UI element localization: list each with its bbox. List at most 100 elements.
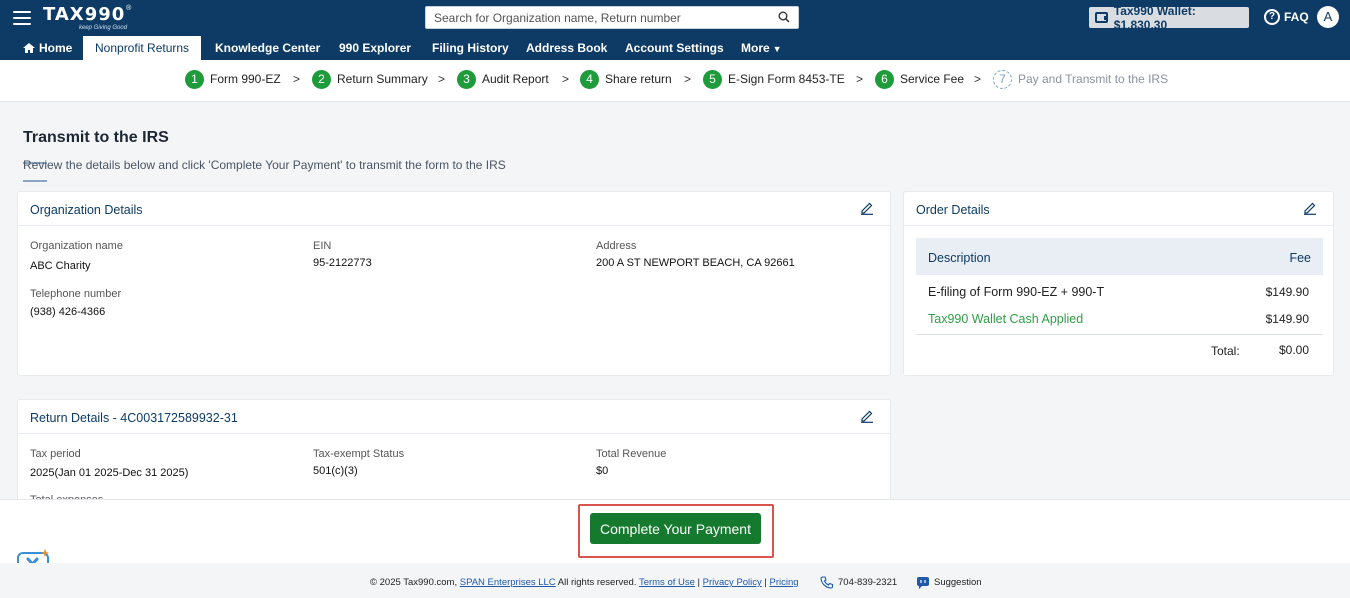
progress-stepper: 1 Form 990-EZ > 2 Return Summary > 3 Aud…: [0, 60, 1350, 102]
org-name-value: ABC Charity: [30, 260, 91, 272]
search-icon[interactable]: [778, 11, 790, 23]
menu-icon[interactable]: [13, 11, 31, 25]
step-number: 6: [875, 69, 894, 89]
copyright-text: © 2025 Tax990.com,: [370, 577, 458, 588]
payment-action-bar: Complete Your Payment: [0, 499, 1350, 580]
card-header: Order Details: [904, 192, 1333, 226]
faq-label: FAQ: [1284, 10, 1309, 24]
step-label: Audit Report: [482, 72, 549, 86]
main-nav: Home Nonprofit Returns Knowledge Center …: [0, 36, 1350, 60]
total-revenue-value: $0: [596, 465, 609, 477]
wallet-button[interactable]: Tax990 Wallet: $1,830.30: [1089, 4, 1249, 32]
chevron-right-icon: >: [562, 72, 570, 86]
pricing-link[interactable]: Pricing: [770, 577, 799, 588]
suggestion-link[interactable]: Suggestion: [916, 576, 982, 589]
step-service-fee[interactable]: 6 Service Fee: [875, 69, 964, 89]
ein-value: 95-2122773: [313, 257, 372, 269]
step-number: 5: [703, 69, 722, 89]
suggestion-label: Suggestion: [934, 577, 982, 588]
nav-home-label: Home: [39, 41, 73, 55]
nav-address-book[interactable]: Address Book: [526, 36, 607, 60]
step-label: Pay and Transmit to the IRS: [1018, 72, 1169, 86]
step-number: 1: [185, 69, 204, 89]
edit-icon[interactable]: [860, 201, 874, 215]
order-row-description: E-filing of Form 990-EZ + 990-T: [928, 285, 1105, 299]
order-details-card: Order Details Description Fee E-filing o…: [903, 191, 1334, 376]
chevron-right-icon: >: [974, 72, 982, 86]
phone-label: Telephone number: [30, 288, 122, 300]
tax-period-value: 2025(Jan 01 2025-Dec 31 2025): [30, 467, 189, 479]
address-label: Address: [596, 240, 637, 252]
title-underline: [23, 151, 79, 182]
total-label: Total:: [1211, 344, 1240, 358]
page-footer: © 2025 Tax990.com, SPAN Enterprises LLC …: [0, 563, 1350, 598]
nav-account-settings[interactable]: Account Settings: [625, 36, 724, 60]
tax-period-label: Tax period: [30, 448, 81, 460]
complete-payment-button[interactable]: Complete Your Payment: [590, 513, 761, 544]
step-number: 7: [993, 69, 1012, 89]
order-table-header: Description Fee: [916, 238, 1323, 275]
step-form-990ez[interactable]: 1 Form 990-EZ: [185, 69, 281, 89]
fee-header: Fee: [1289, 251, 1311, 265]
chevron-down-icon: ▼: [772, 44, 782, 54]
exempt-status-label: Tax-exempt Status: [313, 448, 405, 460]
search-input[interactable]: [426, 7, 766, 28]
card-title: Return Details - 4C003172589932-31: [30, 411, 238, 425]
nav-990-explorer[interactable]: 990 Explorer: [339, 36, 411, 60]
chevron-right-icon: >: [438, 72, 446, 86]
nav-more[interactable]: More ▼: [741, 36, 782, 60]
nav-nonprofit-returns[interactable]: Nonprofit Returns: [83, 36, 202, 60]
wallet-cash-fee: $149.90: [1265, 312, 1309, 326]
wallet-icon: [1095, 12, 1108, 23]
main-content: Transmit to the IRS Review the details b…: [0, 102, 1350, 519]
top-header-bar: TAX990 keep Giving Good ® Tax990 Wallet:…: [0, 0, 1350, 36]
step-label: Return Summary: [337, 72, 428, 86]
phone-icon: [820, 576, 834, 589]
tax990-logo[interactable]: TAX990 keep Giving Good ®: [43, 5, 131, 32]
phone-value: (938) 426-4366: [30, 306, 106, 318]
chevron-right-icon: >: [684, 72, 692, 86]
span-enterprises-link[interactable]: SPAN Enterprises LLC: [460, 577, 556, 588]
chevron-right-icon: >: [856, 72, 864, 86]
nav-knowledge-center[interactable]: Knowledge Center: [215, 36, 320, 60]
ein-label: EIN: [313, 240, 332, 252]
org-name-label: Organization name: [30, 240, 123, 252]
rights-text: All rights reserved.: [557, 577, 637, 588]
registered-mark: ®: [126, 5, 132, 12]
step-share-return[interactable]: 4 Share return: [580, 69, 672, 89]
card-header: Organization Details: [18, 192, 890, 226]
total-value: $0.00: [1278, 343, 1309, 357]
edit-icon[interactable]: [860, 409, 874, 423]
nav-home[interactable]: Home: [23, 36, 72, 60]
step-pay-transmit[interactable]: 7 Pay and Transmit to the IRS: [993, 69, 1168, 89]
card-header: Return Details - 4C003172589932-31: [18, 400, 890, 434]
edit-icon[interactable]: [1303, 201, 1317, 215]
total-revenue-label: Total Revenue: [596, 448, 667, 460]
step-return-summary[interactable]: 2 Return Summary: [312, 69, 428, 89]
user-avatar[interactable]: A: [1317, 6, 1339, 28]
suggestion-icon: [917, 577, 929, 589]
step-audit-report[interactable]: 3 Audit Report: [457, 69, 549, 89]
step-esign-8453te[interactable]: 5 E-Sign Form 8453-TE: [703, 69, 845, 89]
terms-of-use-link[interactable]: Terms of Use: [639, 577, 695, 588]
step-label: Form 990-EZ: [210, 72, 281, 86]
exempt-status-value: 501(c)(3): [313, 465, 358, 477]
nav-filing-history[interactable]: Filing History: [432, 36, 509, 60]
faq-link[interactable]: ? FAQ: [1264, 9, 1309, 25]
wallet-label: Tax990 Wallet: $1,830.30: [1113, 3, 1196, 32]
step-label: E-Sign Form 8453-TE: [728, 72, 845, 86]
card-title: Organization Details: [30, 203, 143, 217]
nav-more-label: More: [741, 41, 770, 55]
page-title: Transmit to the IRS: [23, 129, 169, 146]
card-title: Order Details: [916, 203, 990, 217]
organization-details-card: Organization Details Organization name A…: [17, 191, 891, 376]
step-label: Share return: [605, 72, 672, 86]
step-label: Service Fee: [900, 72, 965, 86]
step-number: 3: [457, 69, 476, 89]
privacy-policy-link[interactable]: Privacy Policy: [703, 577, 762, 588]
search-box[interactable]: [425, 6, 799, 29]
order-row-fee: $149.90: [1265, 285, 1309, 299]
home-icon: [23, 43, 35, 53]
support-phone[interactable]: 704-839-2321: [820, 576, 897, 589]
step-number: 2: [312, 69, 331, 89]
